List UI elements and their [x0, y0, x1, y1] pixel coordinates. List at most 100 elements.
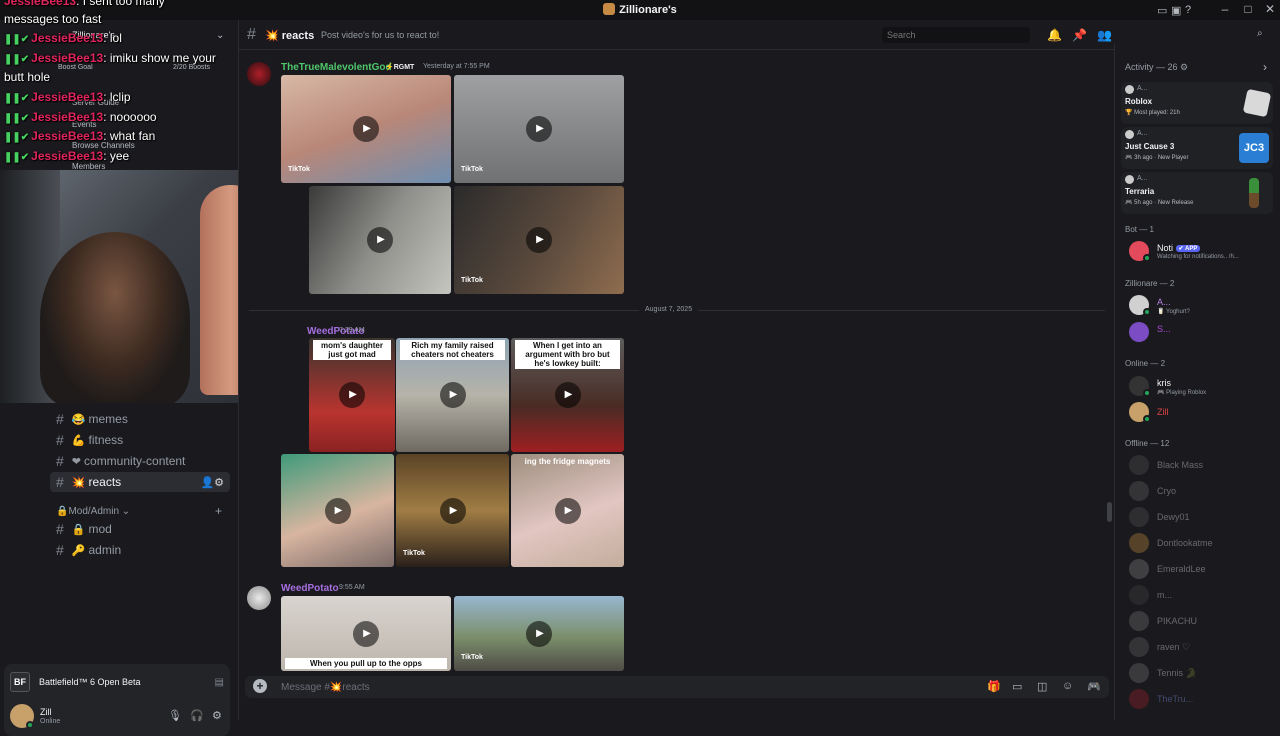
video-attachment[interactable]: mom's daughter just got mad ▶ [309, 338, 395, 452]
search-input[interactable] [882, 27, 1030, 43]
play-icon[interactable]: ▶ [367, 227, 393, 253]
search-icon[interactable]: ⌕ [1257, 28, 1263, 39]
minimize-button[interactable]: – [1215, 2, 1235, 16]
play-icon[interactable]: ▶ [526, 227, 552, 253]
play-icon[interactable]: ▶ [353, 116, 379, 142]
video-attachment[interactable]: ▶ TikTok [281, 75, 451, 183]
message-author[interactable]: WeedPotato [281, 583, 339, 594]
video-attachment[interactable]: When I get into an argument with bro but… [511, 338, 624, 452]
member-item[interactable]: Tennis 🐊 [1125, 661, 1275, 685]
inbox-icon[interactable]: ▭ [1157, 4, 1167, 17]
screen-icon[interactable]: ▣ [1171, 4, 1181, 17]
chat-user: JessieBee13 [31, 129, 104, 143]
channel-memes[interactable]: # 😂 memes [50, 409, 230, 429]
channel-community-content[interactable]: # ❤ community-content [50, 451, 230, 471]
message-author[interactable]: TheTrueMalevolentGod [281, 62, 392, 73]
play-icon[interactable]: ▶ [439, 382, 466, 408]
member-item[interactable]: Noti ✔ APP Watching for notifications.. … [1125, 239, 1275, 263]
play-icon[interactable]: ▶ [353, 620, 379, 647]
headphones-icon[interactable]: 🎧 [190, 709, 204, 722]
chevron-right-icon[interactable]: › [1263, 60, 1267, 74]
member-item[interactable]: Dontlookatme [1125, 531, 1275, 555]
avatar [1129, 322, 1149, 342]
apps-icon[interactable]: 🎮 [1087, 680, 1101, 693]
video-caption: When I get into an argument with bro but… [515, 340, 620, 369]
play-icon[interactable]: ▶ [526, 116, 552, 142]
activity-card[interactable]: A... Terraria 🎮 5h ago · New Release [1121, 172, 1273, 214]
video-attachment[interactable]: ▶ TikTok [454, 186, 624, 294]
channel-fitness[interactable]: # 💪 fitness [50, 430, 230, 450]
maximize-button[interactable]: □ [1238, 2, 1258, 16]
microphone-icon[interactable]: 🎙 [168, 709, 182, 722]
member-name: kris [1157, 378, 1171, 388]
play-icon[interactable]: ▶ [439, 497, 466, 524]
channel-emoji: 😂 [71, 413, 86, 426]
invite-and-settings-icons[interactable]: 👤⚙ [200, 476, 224, 489]
avatar[interactable] [247, 62, 271, 86]
gift-icon[interactable]: 🎁 [987, 680, 1001, 693]
member-item[interactable]: A... 🥛 Yoghurt? [1125, 293, 1275, 317]
member-item[interactable]: raven ♡ [1125, 635, 1275, 659]
member-item[interactable]: m... [1125, 583, 1275, 607]
avatar [1129, 507, 1149, 527]
video-attachment[interactable]: Rich my family raised cheaters not cheat… [396, 338, 509, 452]
current-user[interactable]: Zill Online 🎙 🎧 ⚙ [10, 702, 224, 732]
sticker-icon[interactable]: ◫ [1037, 680, 1047, 693]
category-mod-admin[interactable]: 🔒Mod/Admin ⌄ [56, 506, 130, 517]
add-attachment-icon[interactable]: + [253, 679, 267, 693]
video-attachment[interactable]: ▶ TikTok [454, 75, 624, 183]
settings-gear-icon[interactable]: ⚙ [212, 709, 222, 722]
pin-icon[interactable]: 📌 [1072, 28, 1087, 42]
video-attachment[interactable]: ▶ When you pull up to the opps [281, 596, 451, 671]
member-item[interactable]: EmeraldLee [1125, 557, 1275, 581]
window-title-text: Zillionare's [619, 4, 677, 16]
member-item[interactable]: Cryo [1125, 479, 1275, 503]
video-attachment[interactable]: ▶ TikTok [396, 454, 509, 567]
avatar [1129, 637, 1149, 657]
video-attachment[interactable]: ing the fridge magnets ▶ [511, 454, 624, 567]
chat-line: ❚❚✔ JessieBee13: what fan [4, 129, 155, 143]
hash-icon: # [56, 411, 64, 427]
help-icon[interactable]: ? [1185, 4, 1191, 16]
member-item[interactable]: Black Mass [1125, 453, 1275, 477]
play-icon[interactable]: ▶ [554, 382, 581, 408]
channel-topic[interactable]: Post video's for us to react to! [321, 30, 439, 40]
video-caption: mom's daughter just got mad [313, 340, 391, 360]
member-item[interactable]: kris 🎮 Playing Roblox [1125, 374, 1275, 398]
game-overlay-icon[interactable]: ▤ [215, 677, 224, 688]
gif-icon[interactable]: ▭ [1012, 680, 1022, 693]
play-icon[interactable]: ▶ [526, 620, 552, 647]
chat-line: messages too fast [4, 12, 101, 26]
play-icon[interactable]: ▶ [324, 497, 351, 524]
member-item[interactable]: S... [1125, 320, 1275, 344]
play-icon[interactable]: ▶ [339, 382, 365, 408]
chat-badges-icon: ❚❚✔ [4, 93, 30, 104]
bell-icon[interactable]: 🔔 [1047, 28, 1062, 42]
add-channel-button[interactable]: + [215, 504, 222, 518]
video-attachment[interactable]: ▶ TikTok [454, 596, 624, 671]
member-list-icon[interactable]: 👥 [1097, 28, 1112, 42]
chat-scrollbar[interactable] [1107, 502, 1112, 522]
member-item[interactable]: Dewy01 [1125, 505, 1275, 529]
close-button[interactable]: ✕ [1260, 2, 1280, 16]
avatar[interactable] [247, 586, 271, 610]
video-attachment[interactable]: ▶ [309, 186, 451, 294]
channel-admin[interactable]: # 🔑 admin [50, 540, 230, 560]
emoji-icon[interactable]: ☺ [1062, 680, 1073, 692]
member-item[interactable]: Zill [1125, 400, 1275, 424]
member-item[interactable]: PIKACHU [1125, 609, 1275, 633]
battlefield-icon: BF [10, 672, 30, 692]
message-composer[interactable]: + Message #💥reacts 🎁 ▭ ◫ ☺ 🎮 [245, 676, 1109, 698]
channel-reacts[interactable]: # 💥 reacts 👤⚙ [50, 472, 230, 492]
channel-mod[interactable]: # 🔒 mod [50, 519, 230, 539]
video-caption: ing the fridge magnets [524, 457, 611, 466]
activity-card[interactable]: A... Roblox 🏆 Most played: 21h [1121, 82, 1273, 124]
member-item[interactable]: TheTru... [1125, 687, 1275, 711]
message-input[interactable]: Message #💥reacts [281, 682, 370, 693]
video-attachment[interactable]: ▶ [281, 454, 394, 567]
activity-card[interactable]: A... Just Cause 3 🎮 3h ago · New Player … [1121, 127, 1273, 169]
play-icon[interactable]: ▶ [554, 497, 581, 524]
guild-tag[interactable]: ⚡RGMT [385, 63, 414, 71]
chat-line: ❚❚✔ JessieBee13: yee [4, 149, 129, 163]
game-activity[interactable]: BF Battlefield™ 6 Open Beta ▤ [10, 670, 224, 694]
